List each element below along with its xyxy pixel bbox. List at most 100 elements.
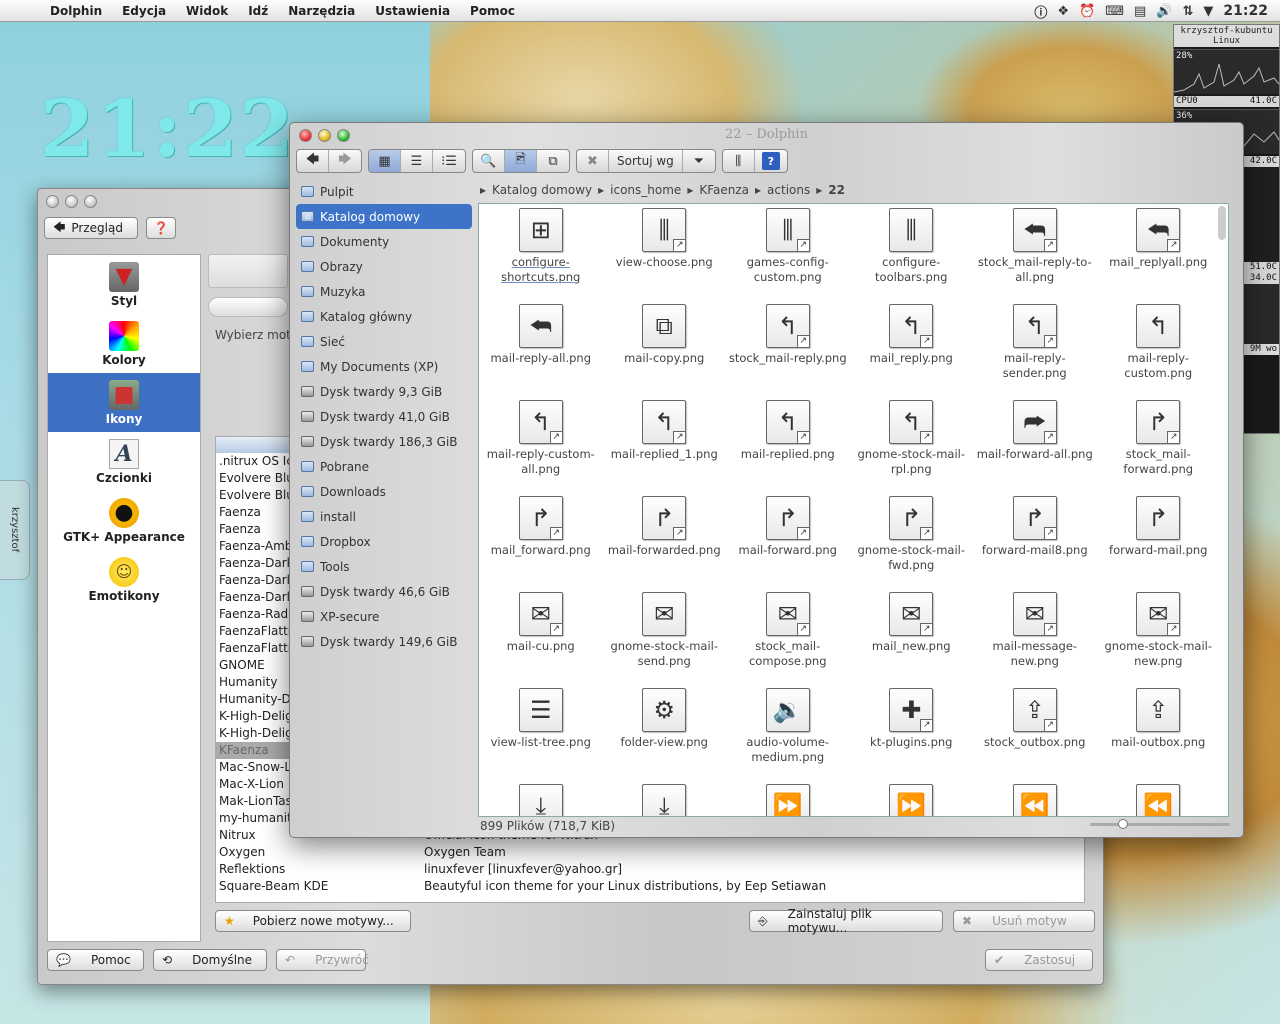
reset-button[interactable]: ↶ Przywróć [276,949,369,971]
configure-button[interactable]: ⫼ [723,150,755,172]
file-item[interactable]: ⮪ ↗ stock_mail-reply-to-all.png [973,208,1097,304]
place-item[interactable]: install [296,504,472,529]
theme-row[interactable]: Reflektions linuxfever [linuxfever@yahoo.… [216,861,1084,878]
category-style[interactable]: ▼ Styl [48,255,200,314]
place-item[interactable]: Downloads [296,479,472,504]
apply-button[interactable]: ✔ Zastosuj [985,949,1093,971]
file-item[interactable]: ✉ ↗ mail-cu.png [479,592,603,688]
file-item[interactable]: ⤓ [603,784,727,816]
split-button[interactable]: ⧉ [537,150,569,172]
place-item[interactable]: Muzyka [296,279,472,304]
clear-filter-button[interactable]: ✖ [577,150,609,172]
file-item[interactable]: ↰ mail-reply-custom.png [1097,304,1221,400]
file-item[interactable]: ⫼ ↗ games-config-custom.png [726,208,850,304]
category-gtk[interactable]: ● GTK+ Appearance [48,491,200,550]
remove-theme-button[interactable]: ✖ Usuń motyw [953,910,1095,932]
file-item[interactable]: ✉ ↗ gnome-stock-mail-new.png [1097,592,1221,688]
file-item[interactable]: ⤓ [479,784,603,816]
place-item[interactable]: Dysk twardy 149,6 GiB [296,629,472,654]
maximize-button[interactable] [84,195,97,208]
file-item[interactable]: ↱ ↗ stock_mail-forward.png [1097,400,1221,496]
file-item[interactable]: ⏪ [1097,784,1221,816]
breadcrumb-item[interactable]: KFaenza [699,183,749,197]
file-item[interactable]: ⫼ configure-toolbars.png [850,208,974,304]
file-item[interactable]: ↱ ↗ mail-forwarded.png [603,496,727,592]
file-item[interactable]: ⮫ ↗ mail-forward-all.png [973,400,1097,496]
zoom-slider-handle[interactable] [1118,819,1128,829]
file-item[interactable]: ↱ forward-mail.png [1097,496,1221,592]
menu-go[interactable]: Idź [238,4,278,18]
close-button[interactable] [46,195,59,208]
category-colors[interactable]: Kolory [48,314,200,373]
file-item[interactable]: ⮪ ↗ mail_replyall.png [1097,208,1221,304]
breadcrumb-arrow-icon[interactable]: ▸ [480,183,486,197]
place-item[interactable]: ⌂ Katalog domowy [296,204,472,229]
columns-view-button[interactable]: ⁝☰ [433,150,465,172]
place-item[interactable]: Dysk twardy 9,3 GiB [296,379,472,404]
filter-button[interactable]: ⏷ [683,150,715,172]
breadcrumb-item[interactable]: Katalog domowy [492,183,592,197]
menu-view[interactable]: Widok [176,4,238,18]
theme-row[interactable]: Oxygen Oxygen Team [216,844,1084,861]
menu-help[interactable]: Pomoc [460,4,525,18]
forward-button[interactable]: 🡆 [329,150,361,172]
file-item[interactable]: ⏪ [973,784,1097,816]
minimize-button[interactable] [65,195,78,208]
help-button[interactable]: 💬 Pomoc [47,949,144,971]
breadcrumb-arrow-icon[interactable]: ▸ [755,183,761,197]
file-item[interactable]: ↰ ↗ mail-reply-custom-all.png [479,400,603,496]
dropbox-icon[interactable]: ❖ [1057,4,1069,19]
place-item[interactable]: Dropbox [296,529,472,554]
whats-this-button[interactable]: ❓ [146,217,176,239]
zoom-slider[interactable] [1090,819,1230,829]
file-item[interactable]: ✉ gnome-stock-mail-send.png [603,592,727,688]
place-item[interactable]: Pulpit [296,179,472,204]
menu-tools[interactable]: Narzędzia [278,4,365,18]
menu-edit[interactable]: Edycja [112,4,176,18]
place-item[interactable]: XP-secure [296,604,472,629]
file-item[interactable]: ✚ ↗ kt-plugins.png [850,688,974,784]
file-item[interactable]: ↱ ↗ mail-forward.png [726,496,850,592]
file-item[interactable]: ⚙ folder-view.png [603,688,727,784]
file-item[interactable]: ⊞ configure-shortcuts.png [479,208,603,304]
vertical-scrollbar[interactable] [1218,206,1226,240]
file-item[interactable]: ↱ ↗ gnome-stock-mail-fwd.png [850,496,974,592]
network-icon[interactable]: ⇅ [1183,4,1194,19]
category-icons[interactable]: ■ Ikony [48,373,200,432]
file-item[interactable]: ↰ ↗ mail-reply-sender.png [973,304,1097,400]
breadcrumb-item[interactable]: actions [767,183,810,197]
category-emoticons[interactable]: ☺ Emotikony [48,550,200,609]
file-item[interactable]: ⧉ mail-copy.png [603,304,727,400]
place-item[interactable]: Sieć [296,329,472,354]
info-icon[interactable]: ⓘ [1034,2,1047,21]
file-item[interactable]: ⏩ [726,784,850,816]
overview-button[interactable]: 🡄 Przegląd [44,217,138,239]
icons-view-button[interactable]: ▦ [369,150,401,172]
file-item[interactable]: ✉ ↗ stock_mail-compose.png [726,592,850,688]
file-icon-view[interactable]: ⊞ configure-shortcuts.png ⫼ ↗ view-choose.pn… [478,203,1229,817]
preview-button[interactable]: 🖻 [505,150,537,172]
place-item[interactable]: Tools [296,554,472,579]
menubar-clock[interactable]: 21:22 [1223,3,1268,19]
details-view-button[interactable]: ☰ [401,150,433,172]
place-item[interactable]: Katalog główny [296,304,472,329]
file-item[interactable]: ↰ ↗ mail-replied_1.png [603,400,727,496]
install-theme-file-button[interactable]: ⎆ Zainstaluj plik motywu... [749,907,943,935]
chevron-down-icon[interactable]: ▼ [1203,4,1213,19]
category-fonts[interactable]: A Czcionki [48,432,200,491]
breadcrumb-item[interactable]: icons_home [610,183,681,197]
file-item[interactable]: ⮪ mail-reply-all.png [479,304,603,400]
file-item[interactable]: ⏩ [850,784,974,816]
sort-by-button[interactable]: Sortuj wg [609,150,683,172]
alarm-clock-icon[interactable]: ⏰ [1079,4,1095,19]
file-item[interactable]: ↰ ↗ gnome-stock-mail-rpl.png [850,400,974,496]
search-button[interactable]: 🔍 [473,150,505,172]
file-item[interactable]: ↰ ↗ stock_mail-reply.png [726,304,850,400]
file-item[interactable]: ☰ view-list-tree.png [479,688,603,784]
breadcrumb-arrow-icon[interactable]: ▸ [816,183,822,197]
file-item[interactable]: ⇪ ↗ stock_outbox.png [973,688,1097,784]
file-item[interactable]: ↰ ↗ mail-replied.png [726,400,850,496]
place-item[interactable]: Obrazy [296,254,472,279]
file-item[interactable]: 🔉 audio-volume-medium.png [726,688,850,784]
back-button[interactable]: 🡄 [297,150,329,172]
